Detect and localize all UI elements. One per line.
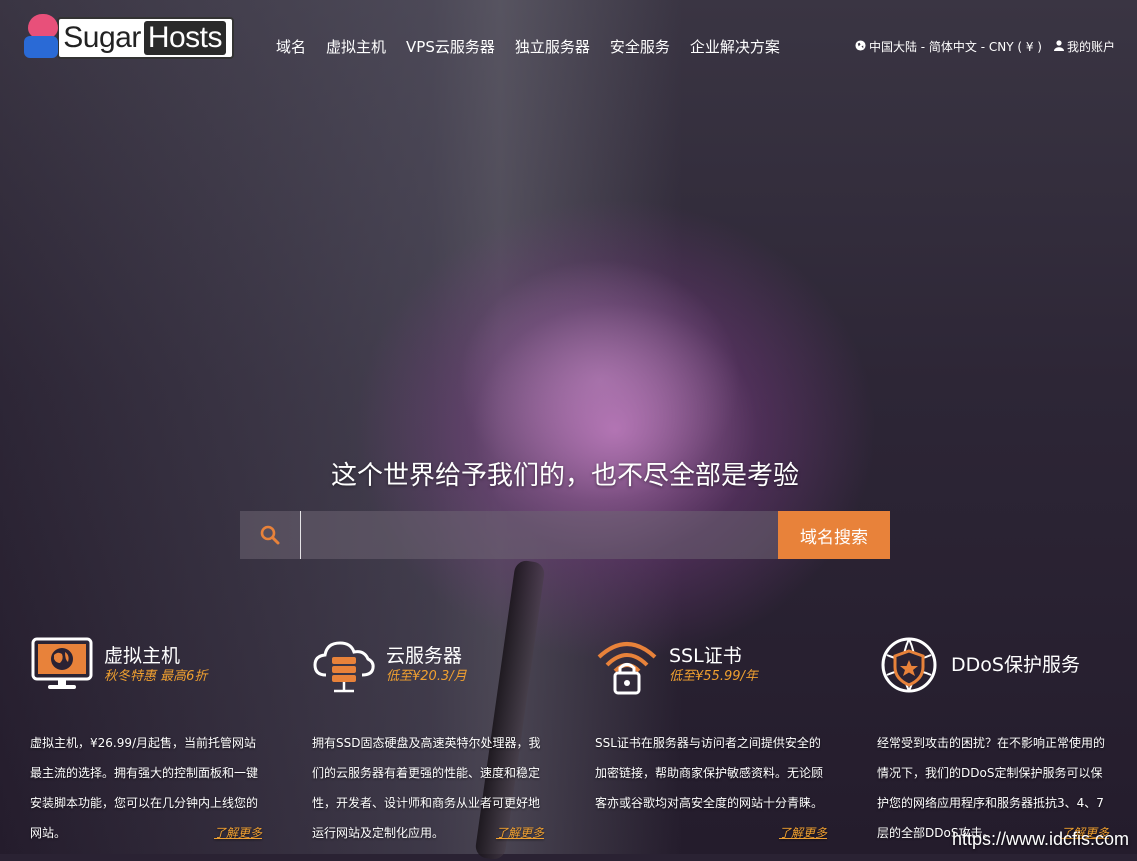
feature-desc-text: SSL证书在服务器与访问者之间提供安全的加密链接，帮助商家保护敏感资料。无论顾客… — [595, 736, 824, 810]
search-input[interactable] — [300, 511, 778, 559]
nav-item-vps[interactable]: VPS云服务器 — [406, 36, 495, 57]
learn-more-link[interactable]: 了解更多 — [496, 818, 544, 848]
search-box — [240, 511, 778, 559]
learn-more-link[interactable]: 了解更多 — [214, 818, 262, 848]
top-right-links: 中国大陆 - 简体中文 - CNY ( ¥ ) 我的账户 — [855, 38, 1115, 55]
feature-section: 虚拟主机 秋冬特惠 最高6折 虚拟主机，¥26.99/月起售，当前托管网站最主流… — [0, 630, 1137, 854]
logo-text: Sugar Hosts — [57, 17, 234, 59]
domain-search: 域名搜索 — [240, 511, 890, 559]
monitor-globe-icon — [30, 635, 94, 695]
feature-description: 虚拟主机，¥26.99/月起售，当前托管网站最主流的选择。拥有强大的控制面板和一… — [30, 728, 262, 848]
logo-text-hosts: Hosts — [143, 21, 226, 55]
wifi-lock-icon — [595, 635, 659, 695]
nav-item-domain[interactable]: 域名 — [276, 36, 306, 57]
feature-title: 虚拟主机 — [104, 645, 181, 667]
site-header: Sugar Hosts 域名 虚拟主机 VPS云服务器 独立服务器 安全服务 企业… — [0, 0, 1137, 90]
feature-ddos: DDoS保护服务 经常受到攻击的困扰？在不影响正常使用的情况下，我们的DDoS定… — [877, 630, 1109, 848]
globe-icon — [855, 40, 866, 54]
feature-ssl: SSL证书 低至¥55.99/年 SSL证书在服务器与访问者之间提供安全的加密链… — [595, 630, 827, 848]
shield-network-icon — [877, 635, 941, 695]
feature-cloud-server: 云服务器 低至¥20.3/月 拥有SSD固态硬盘及高速英特尔处理器，我们的云服务… — [312, 630, 544, 848]
hero-title: 这个世界给予我们的，也不尽全部是考验 — [330, 461, 799, 491]
watermark-text: https://www.idcfis.com — [951, 829, 1129, 849]
domain-search-button[interactable]: 域名搜索 — [778, 511, 890, 559]
locale-selector[interactable]: 中国大陆 - 简体中文 - CNY ( ¥ ) — [855, 38, 1042, 55]
account-link[interactable]: 我的账户 — [1053, 38, 1115, 55]
feature-title: DDoS保护服务 — [951, 654, 1080, 676]
user-icon — [1053, 40, 1064, 54]
nav-item-enterprise[interactable]: 企业解决方案 — [690, 36, 780, 57]
nav-item-virtual-host[interactable]: 虚拟主机 — [326, 36, 386, 57]
cloud-server-icon — [312, 635, 376, 695]
main-nav: 域名 虚拟主机 VPS云服务器 独立服务器 安全服务 企业解决方案 — [276, 36, 780, 57]
feature-virtual-host: 虚拟主机 秋冬特惠 最高6折 虚拟主机，¥26.99/月起售，当前托管网站最主流… — [30, 630, 262, 848]
logo-text-sugar: Sugar — [63, 21, 141, 54]
feature-title: 云服务器 — [386, 645, 463, 667]
feature-title: SSL证书 — [669, 645, 742, 667]
logo-mascot-icon — [20, 14, 58, 62]
feature-description: SSL证书在服务器与访问者之间提供安全的加密链接，帮助商家保护敏感资料。无论顾客… — [595, 728, 827, 840]
feature-description: 拥有SSD固态硬盘及高速英特尔处理器，我们的云服务器有着更强的性能、速度和稳定性… — [312, 728, 544, 848]
nav-item-security[interactable]: 安全服务 — [610, 36, 670, 57]
search-icon — [240, 525, 300, 545]
feature-subtitle: 低至¥20.3/月 — [386, 669, 467, 684]
learn-more-link[interactable]: 了解更多 — [779, 818, 827, 848]
account-label: 我的账户 — [1066, 40, 1115, 54]
nav-item-dedicated[interactable]: 独立服务器 — [515, 36, 590, 57]
feature-subtitle: 秋冬特惠 最高6折 — [104, 669, 208, 684]
logo[interactable]: Sugar Hosts — [20, 14, 234, 62]
feature-subtitle: 低至¥55.99/年 — [669, 669, 758, 684]
locale-label: 中国大陆 - 简体中文 - CNY ( ¥ ) — [868, 40, 1042, 54]
